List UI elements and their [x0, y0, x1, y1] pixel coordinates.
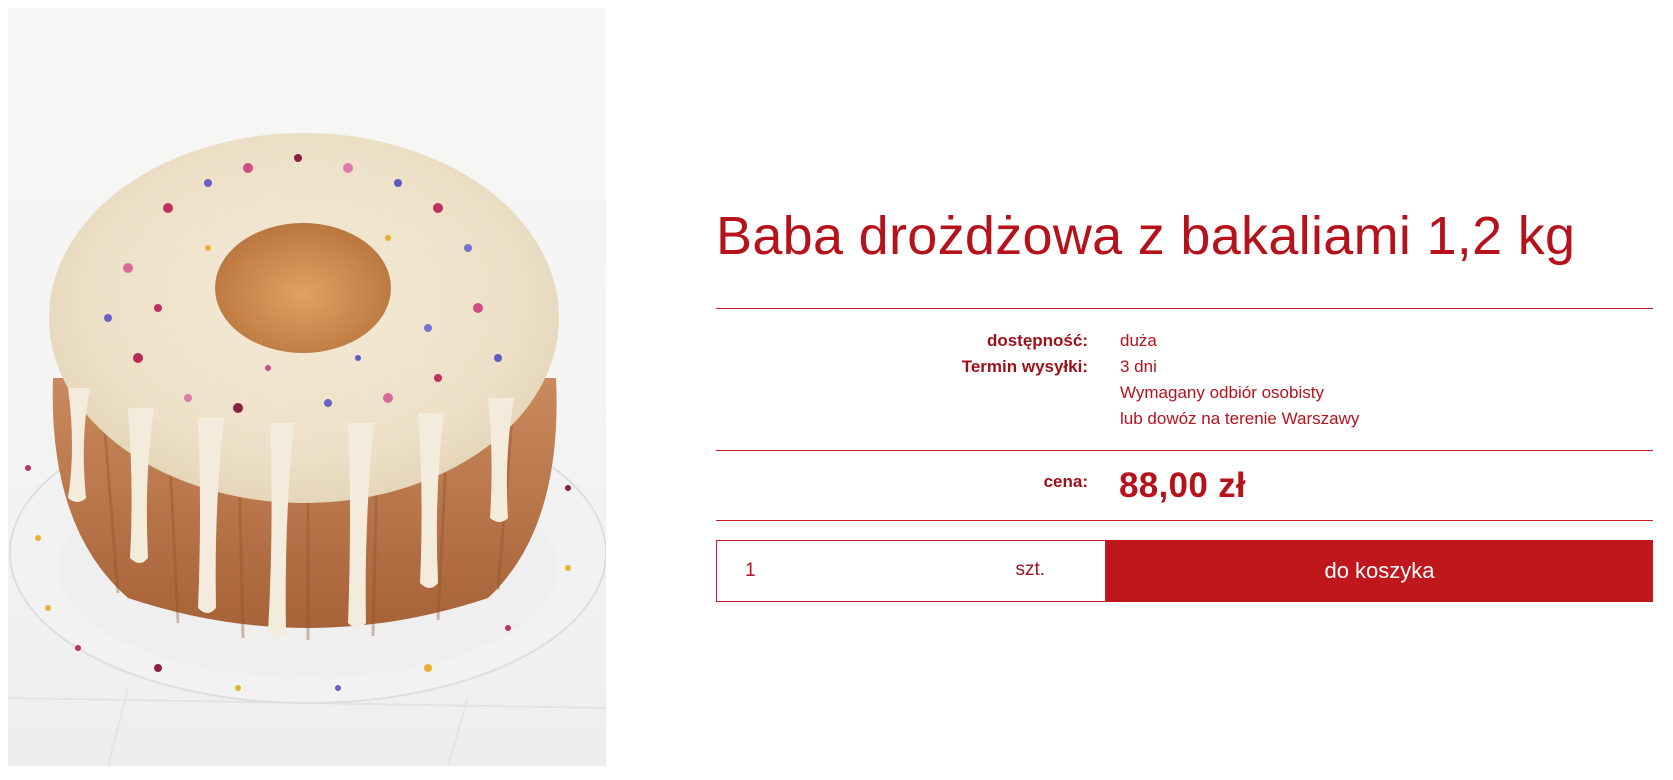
bundt-cake-illustration	[8, 133, 606, 766]
shipping-note: lub dowóz na terenie Warszawy	[1120, 409, 1360, 428]
price-label: cena:	[1043, 472, 1088, 491]
shipping-note: Wymagany odbiór osobisty	[1120, 383, 1324, 402]
product-title: Baba drożdżowa z bakaliami 1,2 kg	[716, 206, 1576, 266]
availability-label: dostępność:	[986, 331, 1088, 350]
availability-value: duża	[1120, 331, 1157, 350]
quantity-input[interactable]	[745, 553, 945, 589]
quantity-field: szt.	[716, 540, 1106, 602]
divider	[716, 450, 1653, 451]
divider	[716, 308, 1653, 309]
add-to-cart-button[interactable]: do koszyka	[1106, 540, 1653, 602]
shipping-label: Termin wysyłki:	[961, 357, 1088, 376]
quantity-unit: szt.	[1015, 559, 1045, 580]
price-value: 88,00 zł	[1119, 466, 1246, 505]
divider	[716, 520, 1653, 521]
product-image[interactable]	[8, 8, 606, 766]
shipping-time: 3 dni	[1120, 357, 1157, 376]
